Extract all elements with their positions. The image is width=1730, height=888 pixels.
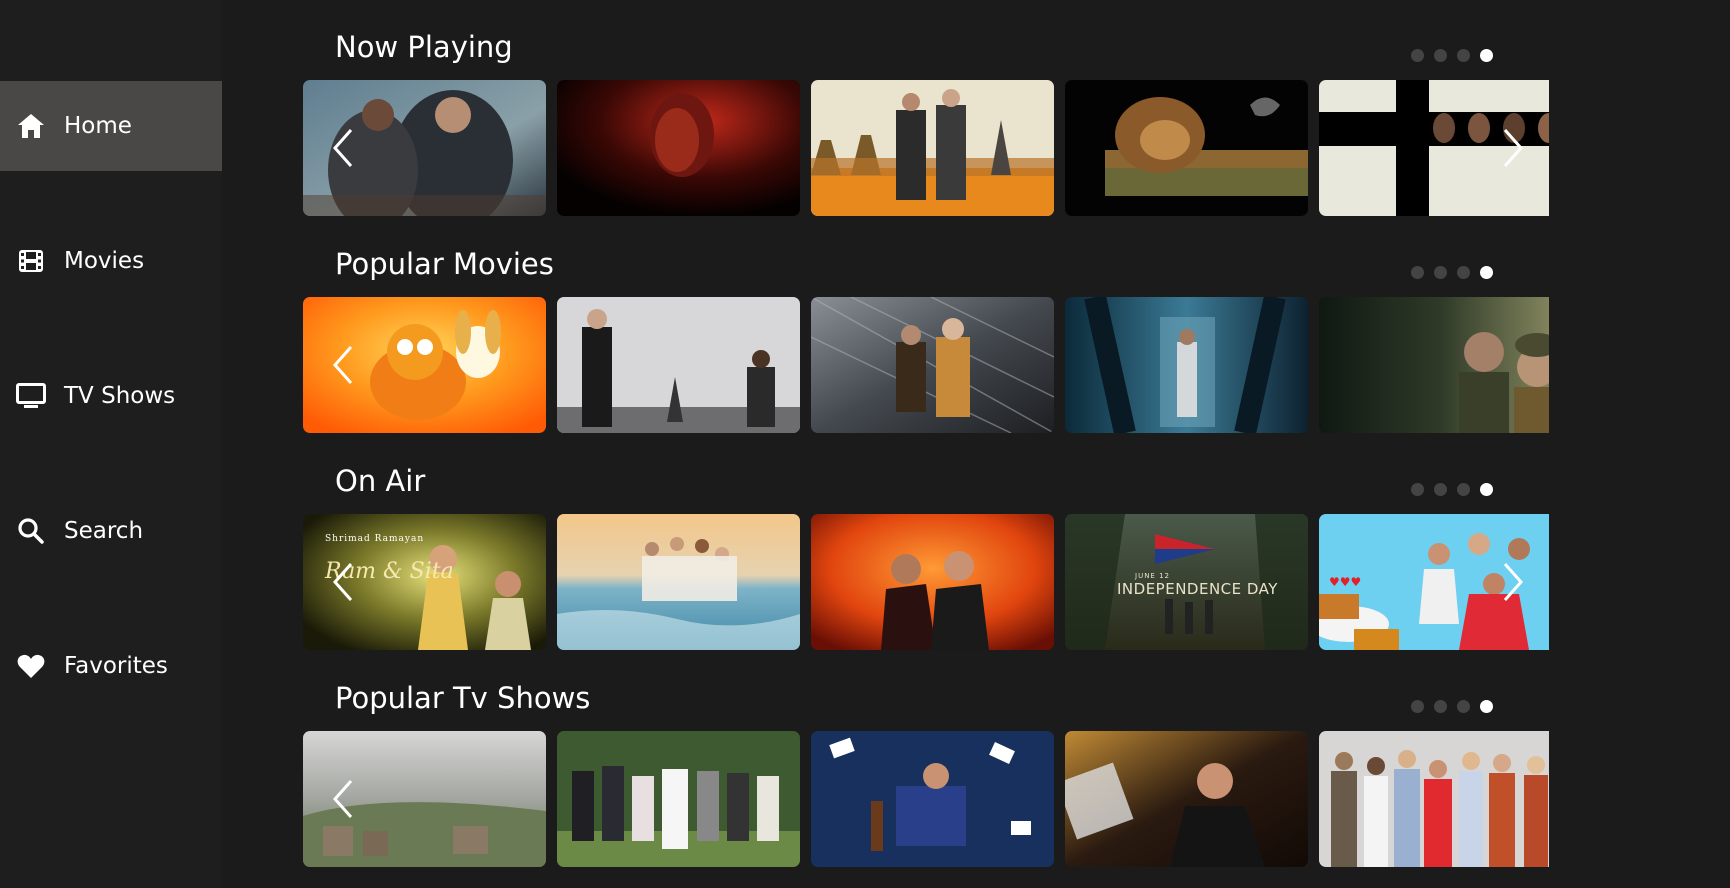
poster-image <box>811 297 1054 433</box>
page-dot[interactable] <box>1457 483 1470 496</box>
carousel-row <box>303 297 1549 433</box>
poster-image <box>811 514 1054 650</box>
movie-card[interactable] <box>1319 297 1549 433</box>
page-dot[interactable] <box>1411 49 1424 62</box>
carousel-next-button[interactable] <box>1493 562 1533 602</box>
tv-card[interactable] <box>1065 731 1308 867</box>
sidebar-item-tv-shows[interactable]: TV Shows <box>0 351 222 441</box>
page-dot[interactable] <box>1434 49 1447 62</box>
poster-image <box>1319 297 1549 433</box>
movie-card[interactable] <box>811 297 1054 433</box>
section-popular-movies: Popular Movies <box>222 217 1730 433</box>
page-dot-active[interactable] <box>1480 700 1493 713</box>
carousel-row <box>303 731 1549 867</box>
sidebar-item-label: Home <box>64 113 132 139</box>
carousel-prev-button[interactable] <box>323 779 363 819</box>
poster-image <box>557 731 800 867</box>
page-dot[interactable] <box>1411 483 1424 496</box>
page-dot[interactable] <box>1434 266 1447 279</box>
poster-image <box>1065 80 1308 216</box>
page-dot[interactable] <box>1434 700 1447 713</box>
carousel-prev-button[interactable] <box>323 562 363 602</box>
poster-image <box>811 731 1054 867</box>
tv-icon <box>16 381 46 411</box>
page-dot-active[interactable] <box>1480 266 1493 279</box>
tv-card[interactable] <box>811 731 1054 867</box>
film-icon <box>16 246 46 276</box>
page-dot[interactable] <box>1457 266 1470 279</box>
page-dot[interactable] <box>1411 700 1424 713</box>
movie-card[interactable] <box>1065 297 1308 433</box>
tv-card[interactable] <box>557 514 800 650</box>
pagination-dots <box>1411 483 1493 496</box>
carousel-row <box>303 80 1549 216</box>
carousel-next-button[interactable] <box>1493 128 1533 168</box>
sidebar-item-label: Movies <box>64 248 145 274</box>
sidebar-item-search[interactable]: Search <box>0 486 222 576</box>
pagination-dots <box>1411 700 1493 713</box>
tv-card[interactable] <box>1319 731 1549 867</box>
poster-image <box>557 514 800 650</box>
sidebar-item-label: TV Shows <box>64 383 176 409</box>
section-title: Now Playing <box>335 30 513 64</box>
movie-card[interactable] <box>557 297 800 433</box>
page-dot[interactable] <box>1457 700 1470 713</box>
pagination-dots <box>1411 266 1493 279</box>
sidebar-item-label: Search <box>64 518 144 544</box>
page-dot[interactable] <box>1411 266 1424 279</box>
poster-image <box>1319 731 1549 867</box>
sidebar-item-home[interactable]: Home <box>0 81 222 171</box>
sidebar: Home Movies TV Shows Search Favorites <box>0 0 222 888</box>
poster-title-small: Shrimad Ramayan <box>325 534 425 544</box>
section-title: On Air <box>335 464 426 498</box>
page-dot[interactable] <box>1457 49 1470 62</box>
movie-card[interactable] <box>557 80 800 216</box>
carousel-row: Shrimad Ramayan Ram & Sita JUNE 12 INDEP… <box>303 514 1549 650</box>
poster-image <box>1065 297 1308 433</box>
home-icon <box>16 111 46 141</box>
section-title: Popular Movies <box>335 247 554 281</box>
section-title: Popular Tv Shows <box>335 681 591 715</box>
tv-card[interactable]: JUNE 12 INDEPENDENCE DAY <box>1065 514 1308 650</box>
poster-title: INDEPENDENCE DAY <box>1117 580 1278 598</box>
movie-card[interactable] <box>811 80 1054 216</box>
sidebar-item-label: Favorites <box>64 653 168 679</box>
section-popular-tv-shows: Popular Tv Shows <box>222 651 1730 867</box>
tv-card[interactable] <box>557 731 800 867</box>
search-icon <box>16 516 46 546</box>
section-on-air: On Air Shrimad Ramayan Ram & Sita JUNE 1… <box>222 434 1730 650</box>
poster-image <box>557 80 800 216</box>
poster-image <box>1065 731 1308 867</box>
page-dot[interactable] <box>1434 483 1447 496</box>
sidebar-item-favorites[interactable]: Favorites <box>0 621 222 711</box>
poster-image <box>557 297 800 433</box>
heart-icon <box>16 651 46 681</box>
main-content: Now Playing Popular Movies On Air Shrima… <box>222 0 1730 888</box>
tv-card[interactable] <box>811 514 1054 650</box>
movie-card[interactable] <box>1065 80 1308 216</box>
page-dot-active[interactable] <box>1480 483 1493 496</box>
poster-title-small: JUNE 12 <box>1135 572 1170 580</box>
page-dot-active[interactable] <box>1480 49 1493 62</box>
carousel-prev-button[interactable] <box>323 345 363 385</box>
sidebar-item-movies[interactable]: Movies <box>0 216 222 306</box>
poster-image <box>811 80 1054 216</box>
carousel-prev-button[interactable] <box>323 128 363 168</box>
svg-text:♥♥♥: ♥♥♥ <box>1329 575 1361 589</box>
pagination-dots <box>1411 49 1493 62</box>
section-now-playing: Now Playing <box>222 0 1730 216</box>
